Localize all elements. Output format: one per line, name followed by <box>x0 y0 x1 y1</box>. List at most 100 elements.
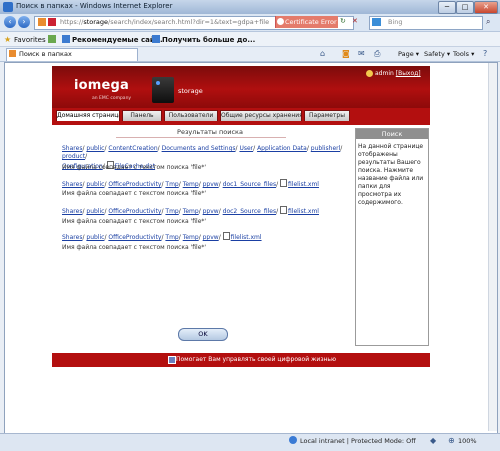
file-link[interactable]: filelist.xml <box>231 234 262 241</box>
help-panel-text: На данной странице отображены результаты… <box>358 143 424 206</box>
mail-icon[interactable]: ✉ <box>358 49 365 58</box>
path-link[interactable]: Tmp <box>165 208 178 215</box>
certificate-error-label: Certificate Error <box>285 18 337 26</box>
file-link[interactable]: filelist.xml <box>288 181 319 188</box>
tab-shares[interactable]: Общие ресурсы хранения <box>220 110 302 121</box>
file-link[interactable]: filelist.xml <box>288 208 319 215</box>
address-url[interactable]: https://storage/search/index/search.html… <box>60 18 275 26</box>
path-link[interactable]: ContentCreation <box>108 145 157 152</box>
nav-subbar <box>52 122 430 125</box>
path-link[interactable]: Application Data <box>257 145 307 152</box>
ok-button[interactable]: OK <box>178 328 228 341</box>
zoom-level[interactable]: 100% <box>458 437 477 445</box>
vertical-scrollbar[interactable] <box>488 63 497 431</box>
cert-error-icon <box>277 18 284 25</box>
tab-favicon-icon <box>9 50 16 57</box>
search-go-icon[interactable]: ⌕ <box>486 17 490 27</box>
page-menu[interactable]: Page ▾ <box>398 50 419 58</box>
match-text: Имя файла совпадает с текстом поиска 'fi… <box>62 244 207 251</box>
result-4-path: Shares/ public/ OfficeProductivity/ Tmp/… <box>62 232 262 241</box>
iomega-logo: iomega <box>74 78 130 93</box>
security-zone: Local intranet | Protected Mode: Off <box>300 437 416 445</box>
path-link[interactable]: Temp <box>183 181 199 188</box>
footer-logo-icon <box>168 356 176 364</box>
results-title: Результаты поиска <box>177 128 243 136</box>
safety-menu[interactable]: Safety ▾ <box>424 50 450 58</box>
path-link[interactable]: Shares <box>62 145 82 152</box>
path-link[interactable]: public <box>86 234 104 241</box>
page-favicon-icon <box>38 18 46 26</box>
suggested-sites-icon <box>62 35 70 43</box>
path-link[interactable]: ppvw <box>203 234 219 241</box>
path-link[interactable]: Documents and Settings <box>162 145 236 152</box>
get-more-addons-link[interactable]: Получить больше до... <box>162 36 255 44</box>
close-button[interactable]: ✕ <box>474 1 498 14</box>
match-text: Имя файла совпадает с текстом поиска 'fi… <box>62 190 207 197</box>
search-placeholder: Bing <box>388 18 403 26</box>
path-link[interactable]: ppvw <box>203 181 219 188</box>
username: admin <box>375 70 394 77</box>
search-box[interactable] <box>369 16 483 30</box>
favorites-star-icon: ★ <box>4 35 12 44</box>
path-link[interactable]: OfficeProductivity <box>108 234 161 241</box>
zone-globe-icon <box>289 436 297 444</box>
path-link[interactable]: OfficeProductivity <box>108 181 161 188</box>
file-icon <box>280 206 288 214</box>
path-link[interactable]: doc1_Source_files <box>223 181 276 188</box>
refresh-icon[interactable]: ↻ <box>340 17 346 25</box>
path-link[interactable]: Temp <box>183 234 199 241</box>
path-link[interactable]: Shares <box>62 208 82 215</box>
forward-icon[interactable]: › <box>18 16 30 28</box>
minimize-button[interactable]: ─ <box>438 1 456 14</box>
path-link[interactable]: public <box>86 181 104 188</box>
path-link[interactable]: User <box>239 145 253 152</box>
bing-icon <box>372 18 381 26</box>
print-icon[interactable]: ⎙ <box>374 49 380 59</box>
tab-users[interactable]: Пользователи <box>164 110 218 121</box>
help-icon[interactable]: ? <box>483 49 487 58</box>
tab-dashboard[interactable]: Панель <box>122 110 162 121</box>
logout-link[interactable]: [Выход] <box>396 70 421 77</box>
path-link[interactable]: Tmp <box>165 181 178 188</box>
status-bar <box>0 433 500 451</box>
back-icon[interactable]: ‹ <box>4 16 16 28</box>
path-link[interactable]: Shares <box>62 181 82 188</box>
result-3-path: Shares/ public/ OfficeProductivity/ Tmp/… <box>62 206 319 215</box>
path-link[interactable]: doc2_Source_files <box>223 208 276 215</box>
match-text: Имя файла совпадает с текстом поиска 'fi… <box>62 164 207 171</box>
tools-menu[interactable]: Tools ▾ <box>453 50 474 58</box>
path-link[interactable]: product <box>62 153 85 160</box>
device-name: storage <box>178 87 203 95</box>
maximize-button[interactable]: □ <box>456 1 474 14</box>
add-favorite-icon[interactable] <box>48 35 56 43</box>
home-icon[interactable]: ⌂ <box>320 49 325 58</box>
zoom-icon[interactable]: ⊕ <box>448 436 455 445</box>
tab-home[interactable]: Домашняя страница <box>56 110 120 121</box>
stop-icon[interactable]: ✕ <box>352 17 358 25</box>
tab-title: Поиск в папках <box>19 50 72 58</box>
path-link[interactable]: public <box>86 145 104 152</box>
path-link[interactable]: public <box>86 208 104 215</box>
match-text: Имя файла совпадает с текстом поиска 'fi… <box>62 218 207 225</box>
suggested-sites-link[interactable]: Рекомендуемые сай... <box>72 36 163 44</box>
protected-mode-icon[interactable]: ◆ <box>430 436 436 445</box>
device-led <box>156 81 160 85</box>
result-2-path: Shares/ public/ OfficeProductivity/ Tmp/… <box>62 179 319 188</box>
user-info: admin [Выход] <box>375 70 421 77</box>
file-icon <box>280 179 288 187</box>
footer-tagline: Помогает Вам управлять своей цифровой жи… <box>176 356 337 363</box>
user-icon <box>366 70 373 77</box>
feeds-icon[interactable]: ◙ <box>342 49 350 58</box>
iomega-logo-subtitle: an EMC company <box>92 96 132 101</box>
path-link[interactable]: Tmp <box>165 234 178 241</box>
path-link[interactable]: publisherl <box>311 145 341 152</box>
window-title: Поиск в папках - Windows Internet Explor… <box>16 2 173 10</box>
tab-settings[interactable]: Параметры <box>304 110 350 121</box>
path-link[interactable]: Shares <box>62 234 82 241</box>
storage-device-icon <box>152 77 174 103</box>
path-link[interactable]: OfficeProductivity <box>108 208 161 215</box>
results-divider <box>116 137 286 138</box>
path-link[interactable]: Temp <box>183 208 199 215</box>
path-link[interactable]: ppvw <box>203 208 219 215</box>
favorites-button[interactable]: Favorites <box>14 36 46 44</box>
